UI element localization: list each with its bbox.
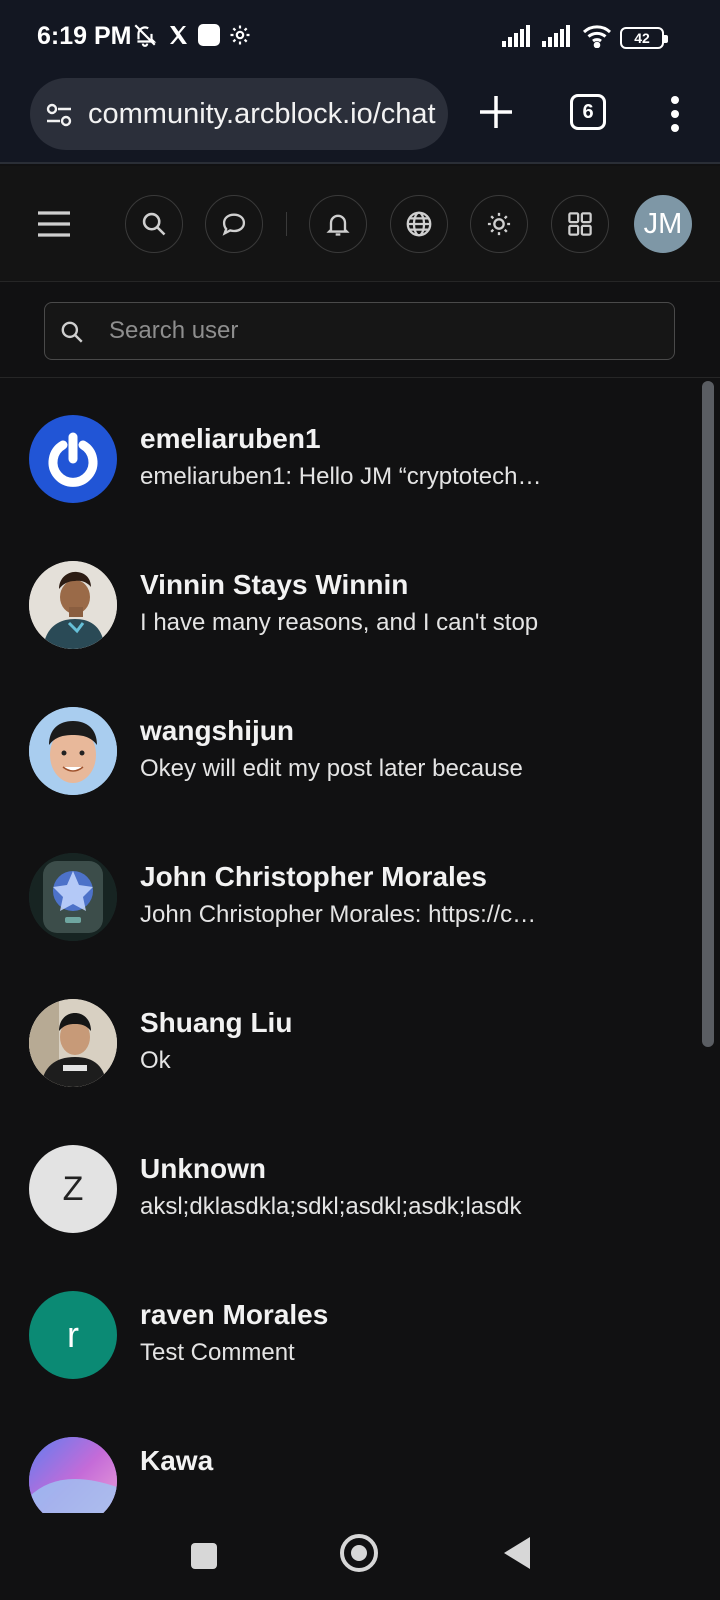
tab-count: 6 xyxy=(582,100,594,123)
avatar: r xyxy=(29,1291,117,1379)
bell-icon xyxy=(326,214,350,236)
chat-button[interactable] xyxy=(205,195,263,253)
signal-icon xyxy=(502,25,530,47)
avatar-initial: Z xyxy=(62,1169,84,1208)
user-avatar[interactable]: JM xyxy=(634,195,692,253)
power-logo-icon xyxy=(48,432,98,487)
apps-button[interactable] xyxy=(551,195,609,253)
conversation-preview: John Christopher Morales: https://commun… xyxy=(140,901,545,928)
conversation-item[interactable]: Vinnin Stays Winnin I have many reasons,… xyxy=(0,525,690,671)
conversation-preview: Test Comment xyxy=(140,1339,295,1366)
tab-switcher-button[interactable]: 6 xyxy=(570,94,606,130)
avatar xyxy=(29,1437,117,1513)
status-bar: 6:19 PM 42 xyxy=(0,0,720,76)
site-settings-icon[interactable] xyxy=(44,100,74,130)
new-tab-icon[interactable] xyxy=(474,90,518,134)
avatar xyxy=(29,999,117,1087)
conversation-item[interactable]: r raven Morales Test Comment xyxy=(0,1255,690,1401)
address-bar[interactable]: community.arcblock.io/chat xyxy=(30,78,448,150)
app-square-icon xyxy=(198,24,220,46)
avatar xyxy=(29,707,117,795)
conversation-item[interactable]: Z Unknown aksl;dklasdkla;sdkl;asdkl;asdk… xyxy=(0,1109,690,1255)
conversation-name: raven Morales xyxy=(140,1299,329,1330)
avatar xyxy=(29,853,117,941)
apps-grid-icon xyxy=(568,212,592,236)
app-header: JM xyxy=(0,166,720,282)
more-menu-icon[interactable] xyxy=(665,94,685,134)
conversation-name: Shuang Liu xyxy=(140,1007,293,1038)
avatar-initials: JM xyxy=(643,207,683,240)
recent-apps-button[interactable] xyxy=(191,1543,217,1569)
conversation-name: Unknown xyxy=(140,1153,266,1184)
notifications-button[interactable] xyxy=(309,195,367,253)
conversation-name: Kawa xyxy=(140,1445,214,1476)
url-text[interactable]: community.arcblock.io/chat xyxy=(88,98,436,131)
browser-toolbar: community.arcblock.io/chat 6 xyxy=(0,76,720,164)
search-icon xyxy=(61,321,83,343)
avatar: Z xyxy=(29,1145,117,1233)
avatar xyxy=(29,415,117,503)
person-photo-icon xyxy=(29,561,117,649)
globe-icon xyxy=(406,211,432,237)
system-nav-bar xyxy=(0,1513,720,1600)
conversation-preview: emeliaruben1: Hello JM “cryptotech” How … xyxy=(140,463,545,490)
wifi-icon xyxy=(582,25,612,48)
search-button[interactable] xyxy=(125,195,183,253)
conversation-name: wangshijun xyxy=(140,715,294,746)
badge-emblem-icon xyxy=(29,853,117,941)
signal-icon xyxy=(542,25,570,47)
language-button[interactable] xyxy=(390,195,448,253)
conversation-list: emeliaruben1 emeliaruben1: Hello JM “cry… xyxy=(0,379,720,1513)
search-icon xyxy=(142,212,166,236)
conversation-name: Vinnin Stays Winnin xyxy=(140,569,409,600)
mute-bell-icon xyxy=(134,24,157,47)
battery-level: 42 xyxy=(634,30,650,46)
back-button[interactable] xyxy=(504,1537,530,1569)
sun-icon xyxy=(487,212,511,236)
conversation-item[interactable]: John Christopher Morales John Christophe… xyxy=(0,817,690,963)
avatar xyxy=(29,561,117,649)
avatar-initial: r xyxy=(67,1314,79,1355)
home-button[interactable] xyxy=(340,1534,378,1572)
person-photo-icon xyxy=(29,999,117,1087)
conversation-item[interactable]: Kawa xyxy=(0,1401,690,1513)
conversation-name: emeliaruben1 xyxy=(140,423,321,454)
conversation-preview: aksl;dklasdkla;sdkl;asdkl;asdk;lasdk xyxy=(140,1193,522,1220)
menu-icon[interactable] xyxy=(36,210,72,238)
search-user-input[interactable] xyxy=(109,311,649,351)
theme-toggle-button[interactable] xyxy=(470,195,528,253)
search-area xyxy=(0,283,720,378)
person-photo-icon xyxy=(29,707,117,795)
x-logo-icon xyxy=(170,26,187,44)
battery-icon: 42 xyxy=(620,27,668,49)
conversation-preview: Ok xyxy=(140,1047,171,1074)
conversation-item[interactable]: Shuang Liu Ok xyxy=(0,963,690,1109)
conversation-preview: I have many reasons, and I can't stop xyxy=(140,609,539,636)
conversation-item[interactable]: wangshijun Okey will edit my post later … xyxy=(0,671,690,817)
conversation-preview: Okey will edit my post later because xyxy=(140,755,523,782)
abstract-art-icon xyxy=(29,1437,117,1513)
scrollbar[interactable] xyxy=(702,381,714,1047)
conversation-item[interactable]: emeliaruben1 emeliaruben1: Hello JM “cry… xyxy=(0,379,690,525)
conversation-name: John Christopher Morales xyxy=(140,861,487,892)
search-box[interactable] xyxy=(44,302,675,360)
header-divider xyxy=(286,212,287,236)
gear-icon xyxy=(230,25,250,45)
status-time: 6:19 PM xyxy=(37,22,132,50)
chat-icon xyxy=(222,213,246,236)
